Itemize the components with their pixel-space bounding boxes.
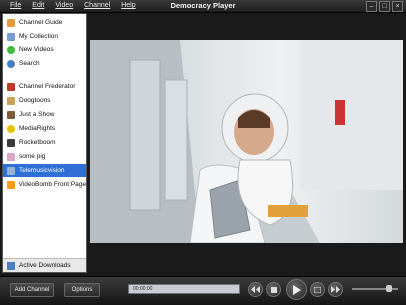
channel-thumb-icon <box>7 110 15 119</box>
active-downloads-label: Active Downloads <box>19 262 71 269</box>
maximize-button[interactable]: □ <box>379 1 390 12</box>
sidebar-item-my-collection[interactable]: My Collection <box>3 30 86 43</box>
channel-guide-icon <box>7 18 15 27</box>
sidebar-item-channel-frederator[interactable]: Channel Frederator <box>3 80 86 93</box>
sidebar-item-label: some pig <box>19 153 46 160</box>
search-icon <box>7 59 15 68</box>
sidebar-item-label: Rocketboom <box>19 139 56 146</box>
sidebar-item-just-a-show[interactable]: Just a Show <box>3 108 86 121</box>
sidebar-item-label: Search <box>19 60 40 67</box>
sidebar-item-rocketboom[interactable]: Rocketboom <box>3 136 86 149</box>
sidebar: Channel Guide My Collection New Videos S… <box>2 13 87 273</box>
sidebar-item-label: Channel Frederator <box>19 83 76 90</box>
title-bar: File Edit Video Channel Help Democracy P… <box>0 0 406 13</box>
skip-forward-icon <box>331 286 340 293</box>
sidebar-item-channel-guide[interactable]: Channel Guide <box>3 16 86 29</box>
play-icon <box>292 284 301 295</box>
channel-thumb-icon <box>7 82 15 91</box>
window-title: Democracy Player <box>170 1 236 10</box>
close-button[interactable]: × <box>392 1 403 12</box>
skip-forward-button[interactable] <box>328 282 343 297</box>
volume-knob[interactable] <box>386 285 392 292</box>
channel-thumb-icon <box>7 138 15 147</box>
channel-thumb-icon <box>7 96 15 105</box>
sidebar-item-label: VideoBomb Front Page <box>18 181 86 188</box>
video-frame[interactable] <box>90 40 403 243</box>
skip-back-icon <box>251 286 260 293</box>
stop-icon <box>270 286 277 293</box>
add-channel-button[interactable]: Add Channel <box>10 283 54 297</box>
play-button[interactable] <box>286 279 307 300</box>
sidebar-item-label: My Collection <box>19 33 59 40</box>
skip-back-button[interactable] <box>248 282 263 297</box>
channel-thumb-icon <box>7 166 15 175</box>
download-icon <box>7 261 15 270</box>
stop-button[interactable] <box>266 282 281 297</box>
sidebar-item-mediarights[interactable]: MediaRights <box>3 122 86 135</box>
sidebar-item-telemusicvision[interactable]: Telemusicvision <box>3 164 86 177</box>
sidebar-item-videobomb[interactable]: VideoBomb Front Page <box>3 178 86 191</box>
sidebar-item-label: Channel Guide <box>19 19 63 26</box>
sidebar-item-label: Just a Show <box>19 111 55 118</box>
new-videos-icon <box>7 45 15 54</box>
channel-thumb-icon <box>7 124 15 133</box>
time-display: 00:00:00 <box>133 286 153 292</box>
sidebar-item-label: Doogtoons <box>19 97 51 104</box>
minimize-button[interactable]: – <box>366 1 377 12</box>
fullscreen-icon <box>314 286 321 293</box>
seek-bar[interactable]: 00:00:00 <box>128 284 240 294</box>
rss-icon <box>7 180 15 189</box>
sidebar-item-search[interactable]: Search <box>3 57 86 70</box>
sidebar-item-some-pig[interactable]: some pig <box>3 150 86 163</box>
sidebar-item-new-videos[interactable]: New Videos <box>3 43 86 56</box>
sidebar-item-doogtoons[interactable]: Doogtoons <box>3 94 86 107</box>
collection-icon <box>7 32 15 41</box>
fullscreen-button[interactable] <box>310 282 325 297</box>
channel-thumb-icon <box>7 152 15 161</box>
video-image <box>90 40 403 243</box>
options-button[interactable]: Options <box>64 283 100 297</box>
active-downloads[interactable]: Active Downloads <box>3 258 86 272</box>
sidebar-item-label: New Videos <box>19 46 54 53</box>
sidebar-item-label: MediaRights <box>19 125 56 132</box>
sidebar-item-label: Telemusicvision <box>19 167 65 174</box>
